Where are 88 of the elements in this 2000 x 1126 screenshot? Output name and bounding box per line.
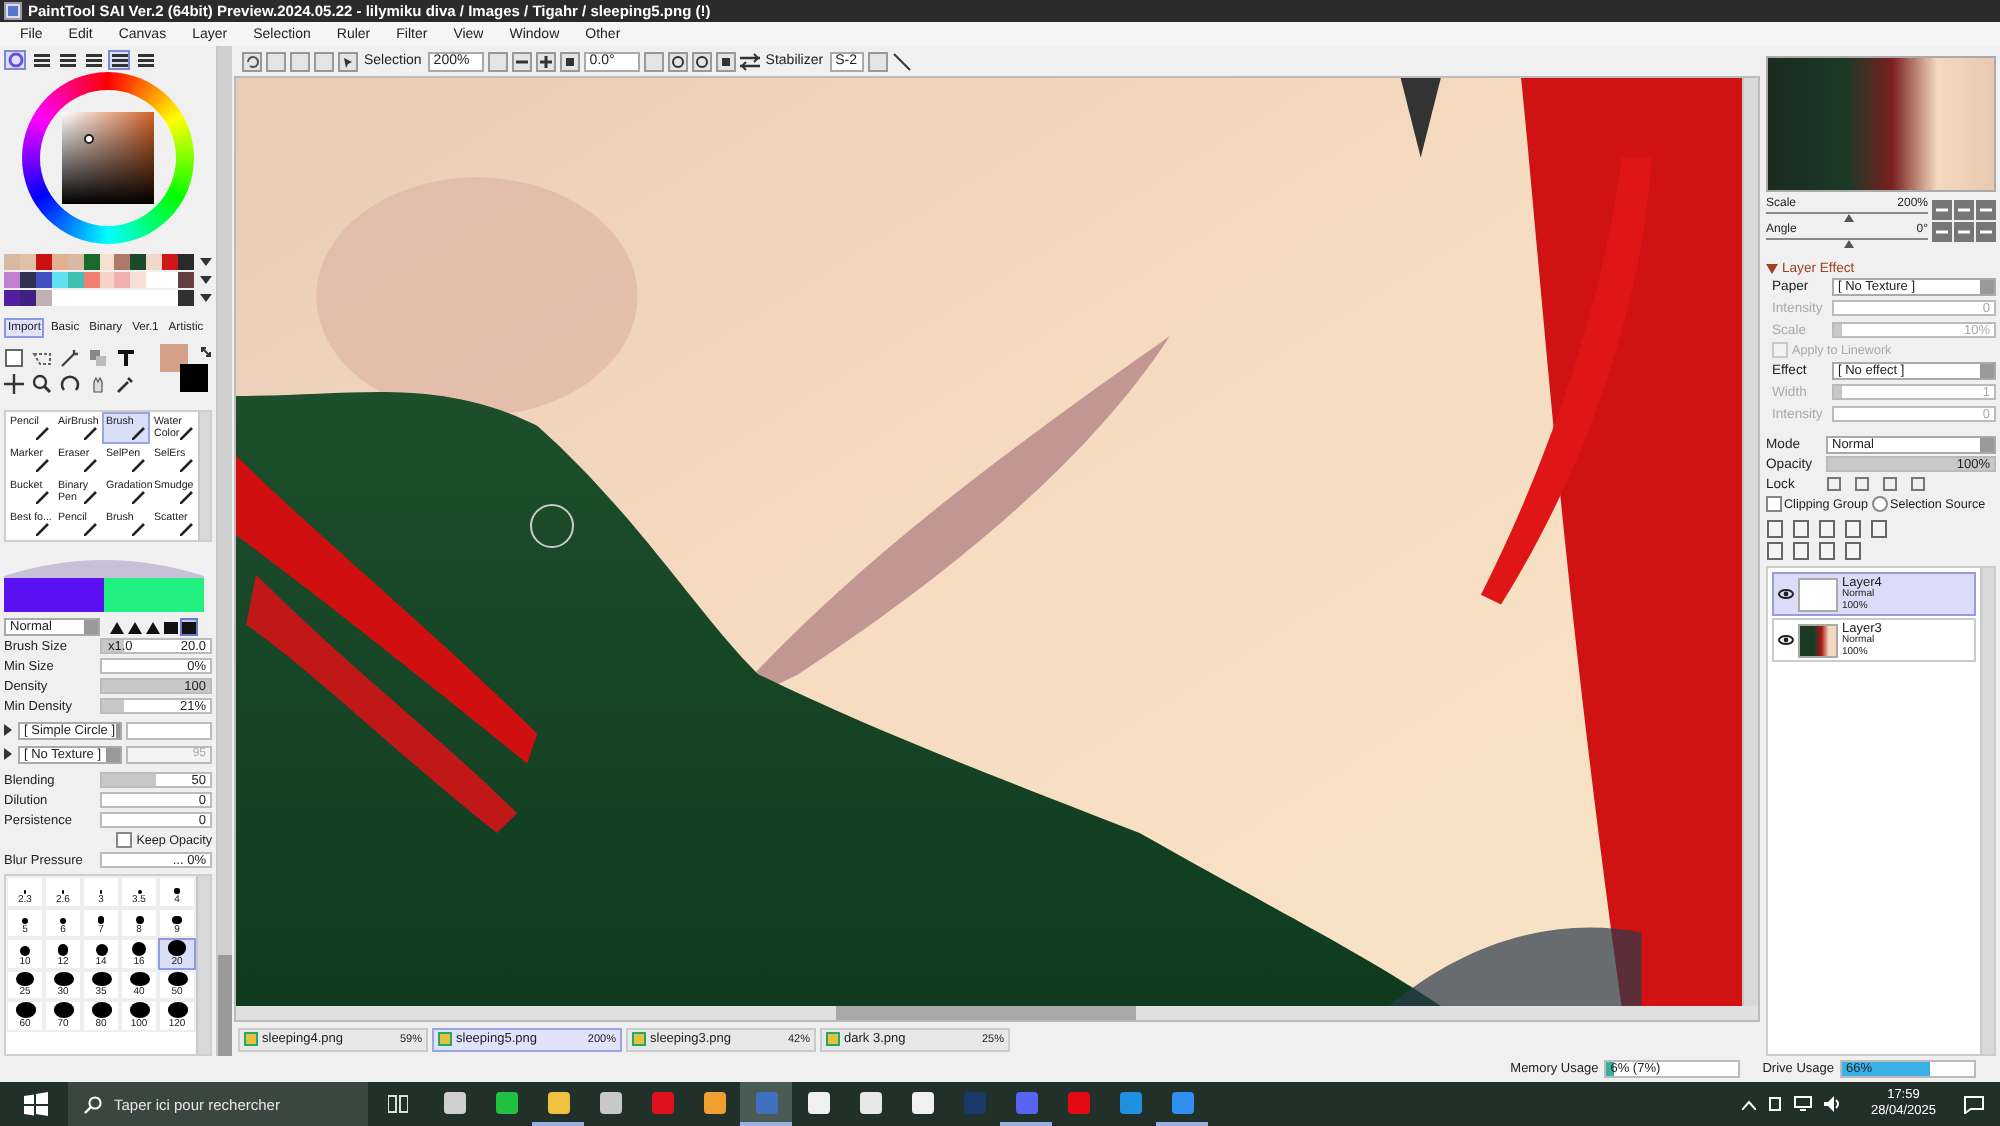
panel-tab[interactable] [30, 49, 52, 69]
foreground-color[interactable] [160, 344, 188, 372]
slider-thumb-icon[interactable] [1843, 240, 1853, 248]
pen-icon [132, 522, 146, 536]
panel-tab[interactable] [108, 49, 130, 69]
panel-tab[interactable] [4, 49, 26, 69]
slider[interactable] [1766, 238, 1928, 248]
pen-icon [36, 490, 50, 504]
color-swatch[interactable] [146, 254, 163, 270]
lasso-icon[interactable] [32, 348, 52, 368]
pen-icon [36, 522, 50, 536]
color-swatch[interactable] [4, 272, 20, 288]
pen-icon [84, 522, 98, 536]
selection-icon[interactable] [338, 51, 358, 71]
speaker-icon[interactable] [1824, 1096, 1843, 1112]
scrollbar[interactable] [836, 1006, 1136, 1020]
color-swatch[interactable] [178, 254, 195, 270]
pen-icon [132, 458, 146, 472]
zoom-out-icon[interactable] [511, 51, 532, 71]
image-icon [632, 1032, 646, 1046]
layers-icon[interactable] [88, 348, 108, 368]
rectangle-select-icon[interactable] [4, 348, 24, 368]
checkbox[interactable] [116, 832, 133, 848]
windows-start-icon[interactable] [24, 1092, 48, 1116]
panel-tab[interactable] [56, 49, 78, 69]
pen-icon [132, 490, 146, 504]
pen-icon [180, 522, 194, 536]
slider[interactable] [1766, 212, 1928, 222]
chevron-icon[interactable] [1742, 1099, 1757, 1109]
undo-icon[interactable] [242, 51, 262, 71]
input-field[interactable] [126, 721, 212, 739]
radio-button[interactable] [1872, 496, 1889, 512]
line-icon[interactable] [891, 51, 912, 71]
visibility-icon[interactable] [1778, 634, 1794, 646]
color-swatch[interactable] [130, 272, 147, 288]
brush-cursor-icon [530, 504, 574, 548]
rotate-icon[interactable] [60, 374, 80, 394]
image-icon [438, 1032, 452, 1046]
collapse-icon[interactable] [1766, 264, 1778, 274]
pen-icon [36, 458, 50, 472]
background-color[interactable] [180, 364, 208, 392]
color-swatch[interactable] [114, 272, 131, 288]
color-swatch[interactable] [114, 254, 131, 270]
scrollbar[interactable] [216, 46, 232, 1056]
color-swatch[interactable] [178, 290, 195, 306]
task-view-icon[interactable] [388, 1094, 408, 1114]
text-icon[interactable] [116, 348, 136, 368]
pen-icon [36, 426, 50, 440]
pen-icon [132, 426, 146, 440]
notifications-icon[interactable] [1964, 1095, 1984, 1113]
pen-icon [84, 458, 98, 472]
color-swatch[interactable] [178, 272, 195, 288]
color-swatch[interactable] [162, 290, 179, 306]
app-icon [4, 2, 22, 20]
scrollbar[interactable] [196, 876, 210, 1054]
flip-icon[interactable] [739, 51, 760, 71]
layer-thumbnail [1798, 623, 1838, 657]
pen-icon [84, 426, 98, 440]
checkbox[interactable] [1766, 496, 1782, 512]
pen-icon [180, 490, 194, 504]
image-icon [244, 1032, 258, 1046]
usb-icon[interactable] [1768, 1096, 1783, 1112]
color-swatch[interactable] [146, 272, 163, 288]
pen-icon [180, 458, 194, 472]
pen-icon [84, 490, 98, 504]
color-swatch[interactable] [4, 290, 20, 306]
search-icon [84, 1096, 102, 1114]
network-icon[interactable] [1794, 1096, 1813, 1112]
pen-icon [180, 426, 194, 440]
magic-wand-icon[interactable] [60, 348, 80, 368]
color-swatch[interactable] [4, 254, 20, 270]
panel-tab[interactable] [134, 49, 156, 69]
color-square[interactable] [62, 112, 154, 204]
visibility-icon[interactable] [1778, 588, 1794, 600]
color-swatch[interactable] [130, 254, 147, 270]
color-swatch[interactable] [162, 272, 179, 288]
move-icon[interactable] [4, 374, 24, 394]
color-swatch[interactable] [162, 254, 179, 270]
eyedropper-icon[interactable] [116, 374, 136, 394]
panel-tab[interactable] [82, 49, 104, 69]
scrollbar[interactable] [198, 412, 210, 540]
slider-thumb-icon[interactable] [1843, 214, 1853, 222]
scrollbar[interactable] [1742, 78, 1758, 1006]
scrollbar[interactable] [1980, 568, 1994, 1054]
image-icon [826, 1032, 840, 1046]
layer-thumbnail [1798, 577, 1838, 611]
swap-icon[interactable] [200, 346, 212, 358]
zoom-icon[interactable] [32, 374, 52, 394]
